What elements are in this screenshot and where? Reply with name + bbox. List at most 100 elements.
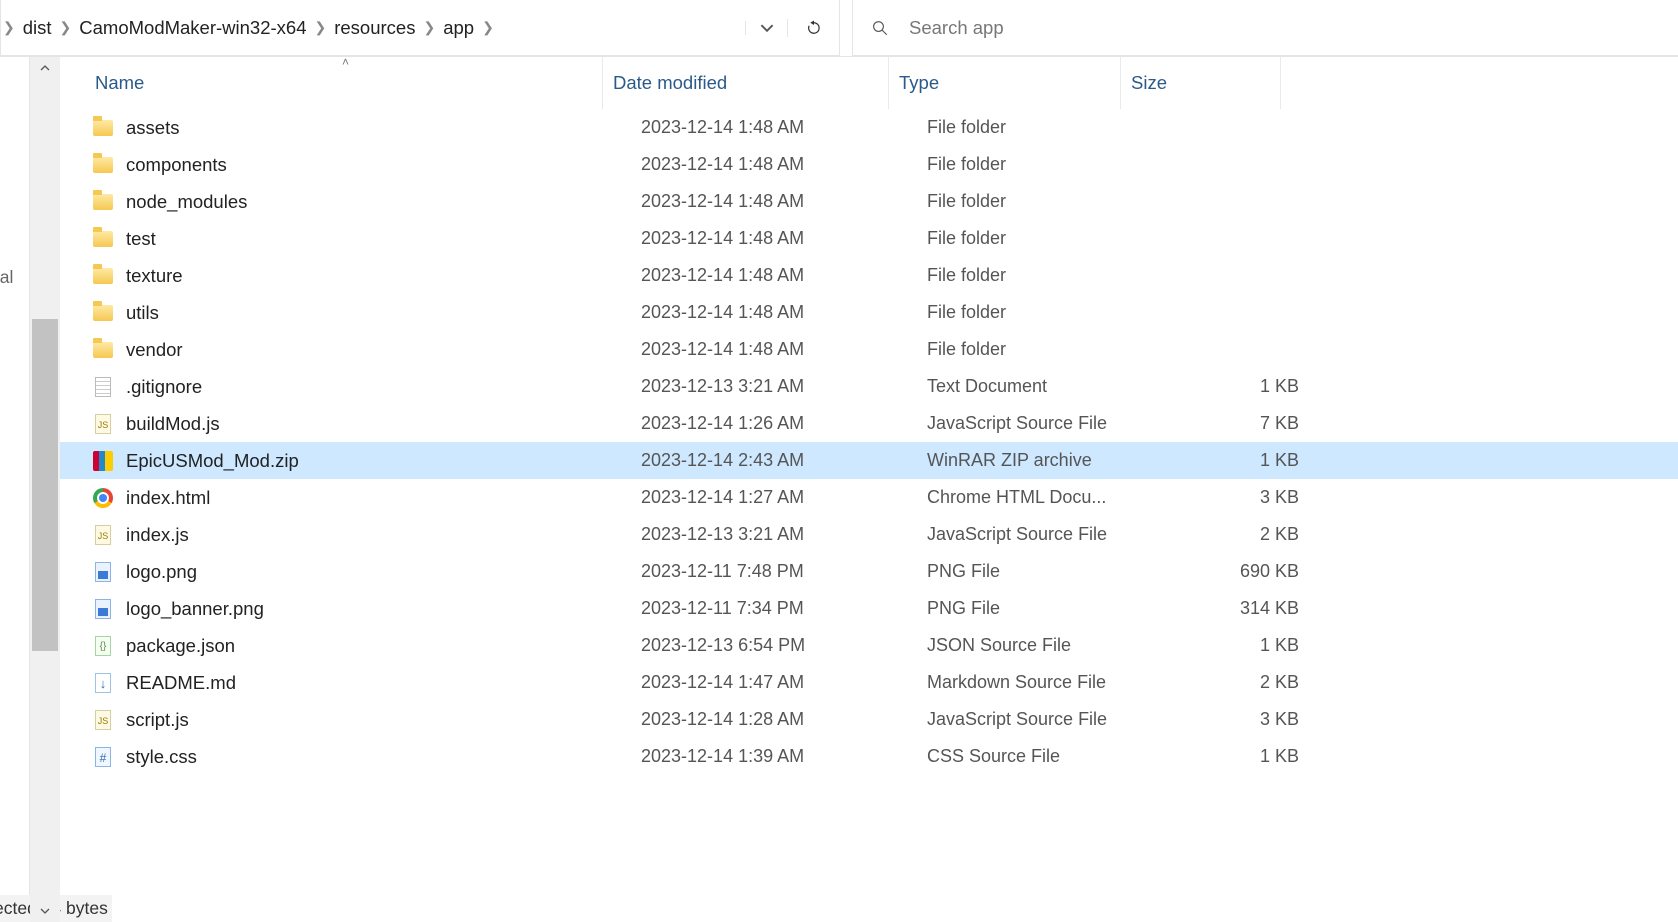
chevron-up-icon [40,63,50,73]
file-type: JavaScript Source File [927,524,1159,545]
file-type: JSON Source File [927,635,1159,656]
file-row[interactable]: logo_banner.png2023-12-11 7:34 PMPNG Fil… [60,590,1678,627]
file-date: 2023-12-14 1:39 AM [641,746,927,767]
refresh-icon [805,19,823,37]
column-header-type[interactable]: Type [889,57,1121,109]
file-name: node_modules [126,191,247,213]
file-type: Markdown Source File [927,672,1159,693]
history-dropdown-button[interactable] [745,21,787,35]
file-type: PNG File [927,561,1159,582]
file-type: CSS Source File [927,746,1159,767]
chrome-html-icon [92,487,114,509]
search-icon [871,19,889,37]
folder-icon [92,302,114,324]
file-row[interactable]: index.html2023-12-14 1:27 AMChrome HTML … [60,479,1678,516]
file-row[interactable]: utils 2023-12-14 1:48 AMFile folder [60,294,1678,331]
file-date: 2023-12-14 1:48 AM [641,339,927,360]
file-date: 2023-12-11 7:34 PM [641,598,927,619]
file-name: README.md [126,672,236,694]
file-row[interactable]: # style.css 2023-12-14 1:39 AMCSS Source F… [60,738,1678,775]
file-size: 1 KB [1159,635,1309,656]
json-file-icon: {} [92,635,114,657]
nav-scrollbar[interactable] [30,57,60,922]
file-date: 2023-12-14 1:48 AM [641,228,927,249]
file-size: 1 KB [1159,376,1309,397]
column-header-date[interactable]: Date modified [603,57,889,109]
file-date: 2023-12-14 1:26 AM [641,413,927,434]
breadcrumb-item[interactable]: resources [326,0,423,55]
address-toolbar: ❯ dist ❯ CamoModMaker-win32-x64 ❯ resour… [0,0,1678,57]
js-file-icon: JS [92,413,114,435]
breadcrumb-item[interactable]: dist [15,0,60,55]
file-row[interactable]: logo.png2023-12-11 7:48 PMPNG File690 KB [60,553,1678,590]
scrollbar-thumb[interactable] [32,319,58,651]
file-row[interactable]: components 2023-12-14 1:48 AMFile folder [60,146,1678,183]
breadcrumb-item[interactable]: CamoModMaker-win32-x64 [71,0,314,55]
chevron-down-icon [40,906,50,916]
file-date: 2023-12-14 1:48 AM [641,191,927,212]
file-date: 2023-12-13 6:54 PM [641,635,927,656]
css-file-icon: # [92,746,114,768]
file-row[interactable]: {} package.json 2023-12-13 6:54 PMJSON Sou… [60,627,1678,664]
file-date: 2023-12-14 1:27 AM [641,487,927,508]
chevron-right-icon: ❯ [315,19,327,36]
refresh-button[interactable] [787,19,839,37]
file-row[interactable]: JSbuildMod.js2023-12-14 1:26 AMJavaScrip… [60,405,1678,442]
file-name: components [126,154,227,176]
folder-icon [92,154,114,176]
file-size: 1 KB [1159,450,1309,471]
js-file-icon: JS [92,524,114,546]
chevron-right-icon: ❯ [482,19,494,36]
file-name: style.css [126,746,197,768]
folder-icon [92,228,114,250]
column-header-size[interactable]: Size [1121,57,1281,109]
column-header-name[interactable]: Name [60,57,603,109]
file-type: File folder [927,154,1159,175]
file-row[interactable]: JSindex.js2023-12-13 3:21 AMJavaScript S… [60,516,1678,553]
scroll-down-button[interactable] [30,900,60,922]
file-date: 2023-12-13 3:21 AM [641,524,927,545]
file-type: File folder [927,302,1159,323]
file-date: 2023-12-14 1:47 AM [641,672,927,693]
chevron-right-icon: ❯ [423,19,435,36]
breadcrumb-item[interactable]: app [435,0,482,55]
file-row[interactable]: EpicUSMod_Mod.zip2023-12-14 2:43 AMWinRA… [60,442,1678,479]
address-box[interactable]: ❯ dist ❯ CamoModMaker-win32-x64 ❯ resour… [0,0,840,56]
file-date: 2023-12-14 1:48 AM [641,265,927,286]
zip-file-icon [92,450,114,472]
file-size: 690 KB [1159,561,1309,582]
breadcrumb: ❯ dist ❯ CamoModMaker-win32-x64 ❯ resour… [1,0,745,55]
file-name: package.json [126,635,235,657]
search-box[interactable] [852,0,1678,56]
file-date: 2023-12-14 1:48 AM [641,154,927,175]
file-name: utils [126,302,159,324]
file-row[interactable]: vendor2023-12-14 1:48 AMFile folder [60,331,1678,368]
file-row[interactable]: test 2023-12-14 1:48 AMFile folder [60,220,1678,257]
file-type: WinRAR ZIP archive [927,450,1159,471]
file-type: File folder [927,191,1159,212]
file-name: buildMod.js [126,413,220,435]
chevron-right-icon: ❯ [60,19,72,36]
file-name: logo_banner.png [126,598,264,620]
file-type: File folder [927,265,1159,286]
file-row[interactable]: texture 2023-12-14 1:48 AMFile folder [60,257,1678,294]
file-name: assets [126,117,179,139]
nav-tree-edge: nal ected 24 bytes [0,57,30,922]
file-row[interactable]: JSscript.js2023-12-14 1:28 AMJavaScript … [60,701,1678,738]
scroll-up-button[interactable] [30,57,60,79]
file-row[interactable]: assets2023-12-14 1:48 AMFile folder [60,109,1678,146]
file-row[interactable]: ↓README.md2023-12-14 1:47 AMMarkdown Sou… [60,664,1678,701]
file-row[interactable]: node_modules 2023-12-14 1:48 AMFile folde… [60,183,1678,220]
file-date: 2023-12-14 1:28 AM [641,709,927,730]
file-name: test [126,228,156,250]
folder-icon [92,265,114,287]
file-date: 2023-12-14 1:48 AM [641,302,927,323]
file-row[interactable]: .gitignore2023-12-13 3:21 AMText Documen… [60,368,1678,405]
file-name: texture [126,265,183,287]
search-input[interactable] [907,16,1678,40]
file-size: 2 KB [1159,672,1309,693]
nav-tree-clipped-label: nal [0,267,13,288]
file-date: 2023-12-11 7:48 PM [641,561,927,582]
file-type: File folder [927,228,1159,249]
file-rows: assets2023-12-14 1:48 AMFile foldercompo… [60,109,1678,922]
